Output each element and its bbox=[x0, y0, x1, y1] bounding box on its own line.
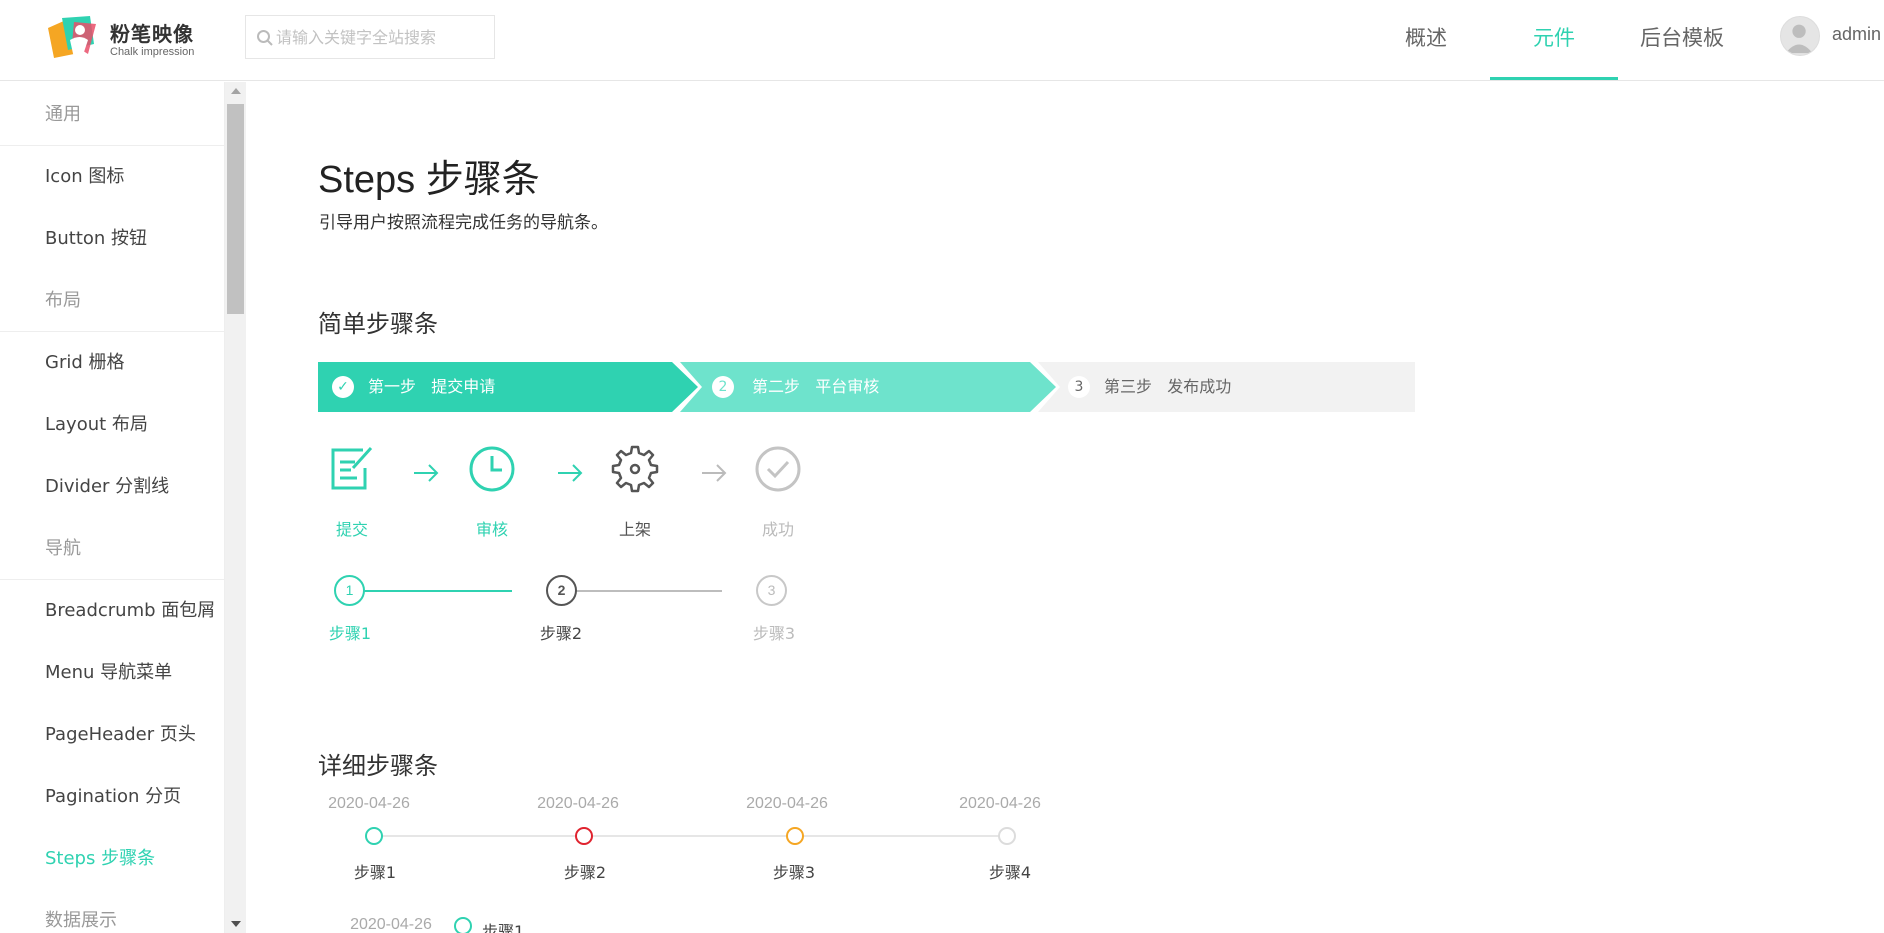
nav-components[interactable]: 元件 bbox=[1490, 0, 1618, 80]
page-title: Steps 步骤条 bbox=[318, 159, 540, 201]
step-line-done bbox=[350, 590, 512, 592]
logo-subtitle: Chalk impression bbox=[110, 46, 195, 58]
sidebar-item-breadcrumb[interactable]: Breadcrumb 面包屑 bbox=[0, 580, 224, 642]
arrow-step-2[interactable]: 2 第二步 平台审核 bbox=[680, 362, 1040, 412]
arrow-steps: ✓ 第一步 提交申请 2 第二步 平台审核 3 第三步 发布成功 bbox=[318, 362, 1415, 412]
logo-title: 粉笔映像 bbox=[110, 22, 194, 46]
check-circle-icon bbox=[755, 446, 801, 492]
user-icon bbox=[1785, 24, 1813, 54]
search-box[interactable] bbox=[245, 15, 495, 59]
arrow-step-3-text: 发布成功 bbox=[1167, 377, 1232, 396]
user-menu[interactable]: admin bbox=[1780, 16, 1884, 56]
check-icon: ✓ bbox=[332, 376, 354, 398]
step-dot-3[interactable]: 3 bbox=[756, 575, 787, 606]
arrow-right-icon bbox=[702, 464, 727, 482]
detail-step-date-2: 2020-04-26 bbox=[537, 795, 619, 812]
scroll-down-icon[interactable] bbox=[231, 921, 241, 927]
icon-step-label: 成功 bbox=[761, 520, 794, 539]
arrow-step-3[interactable]: 3 第三步 发布成功 bbox=[1038, 362, 1415, 412]
user-name: admin bbox=[1832, 24, 1882, 44]
icon-step-review[interactable]: 审核 bbox=[452, 444, 532, 540]
detail-step-label-2: 步骤2 bbox=[563, 863, 607, 882]
detail-step-dot-4[interactable] bbox=[998, 827, 1016, 845]
icon-step-label: 提交 bbox=[335, 520, 368, 539]
section-title-detail: 详细步骤条 bbox=[318, 752, 438, 780]
search-icon bbox=[257, 30, 273, 46]
vertical-step-label: 步骤1 bbox=[482, 922, 525, 933]
step-dot-1[interactable]: 1 bbox=[334, 575, 365, 606]
sidebar-item-steps[interactable]: Steps 步骤条 bbox=[0, 828, 224, 890]
vertical-step-dot[interactable] bbox=[454, 917, 472, 933]
sidebar-item-layout[interactable]: Layout 布局 bbox=[0, 394, 224, 456]
arrow-right-icon bbox=[414, 464, 439, 482]
arrow-step-1[interactable]: ✓ 第一步 提交申请 bbox=[318, 362, 678, 412]
sidebar-scrollbar[interactable] bbox=[225, 82, 246, 933]
detail-step-dot-1[interactable] bbox=[365, 827, 383, 845]
detail-step-label-3: 步骤3 bbox=[772, 863, 816, 882]
logo[interactable]: 粉笔映像 Chalk impression bbox=[44, 12, 204, 70]
sidebar-item-grid[interactable]: Grid 栅格 bbox=[0, 332, 224, 394]
detail-step-line bbox=[374, 835, 1002, 837]
step-dot-label-3: 步骤3 bbox=[752, 624, 796, 643]
icon-step-submit[interactable]: 提交 bbox=[312, 444, 392, 540]
icon-step-publish[interactable]: 上架 bbox=[595, 444, 675, 540]
step-dot-label-1: 步骤1 bbox=[328, 624, 372, 643]
arrow-step-3-number: 3 bbox=[1068, 376, 1090, 398]
arrow-step-2-step: 第二步 bbox=[752, 377, 801, 396]
arrow-step-3-label: 第三步 发布成功 bbox=[1104, 376, 1231, 398]
gear-icon bbox=[611, 445, 659, 493]
sidebar: 通用 Icon 图标 Button 按钮 布局 Grid 栅格 Layout 布… bbox=[0, 82, 225, 933]
top-header: 粉笔映像 Chalk impression 概述 元件 后台模板 admin bbox=[0, 0, 1884, 81]
arrow-right-icon bbox=[558, 464, 583, 482]
sidebar-item-pagination[interactable]: Pagination 分页 bbox=[0, 766, 224, 828]
logo-icon bbox=[48, 16, 96, 58]
edit-icon bbox=[331, 446, 373, 490]
search-input[interactable] bbox=[276, 16, 490, 58]
clock-icon bbox=[469, 446, 515, 492]
step-dot-label-2: 步骤2 bbox=[539, 624, 583, 643]
icon-step-label: 上架 bbox=[618, 520, 651, 539]
detail-step-date-1: 2020-04-26 bbox=[328, 795, 410, 812]
detail-step-label-4: 步骤4 bbox=[988, 863, 1032, 882]
sidebar-item-icon[interactable]: Icon 图标 bbox=[0, 146, 224, 208]
scroll-up-icon[interactable] bbox=[231, 88, 241, 94]
sidebar-group-general: 通用 bbox=[0, 84, 224, 146]
avatar[interactable] bbox=[1780, 16, 1820, 56]
sidebar-group-navigation: 导航 bbox=[0, 518, 224, 580]
step-line-wait bbox=[562, 590, 722, 592]
detail-step-date-3: 2020-04-26 bbox=[746, 795, 828, 812]
scroll-thumb[interactable] bbox=[227, 104, 244, 314]
nav-overview[interactable]: 概述 bbox=[1362, 0, 1490, 80]
arrow-step-3-step: 第三步 bbox=[1104, 377, 1153, 396]
sidebar-item-button[interactable]: Button 按钮 bbox=[0, 208, 224, 270]
step-dot-2[interactable]: 2 bbox=[546, 575, 577, 606]
main-content: Steps 步骤条 引导用户按照流程完成任务的导航条。 简单步骤条 ✓ 第一步 … bbox=[246, 82, 1884, 933]
detail-step-date-4: 2020-04-26 bbox=[959, 795, 1041, 812]
detail-step-dot-2[interactable] bbox=[575, 827, 593, 845]
detail-step-label-1: 步骤1 bbox=[353, 863, 397, 882]
arrow-step-2-label: 第二步 平台审核 bbox=[752, 376, 879, 398]
sidebar-group-layout: 布局 bbox=[0, 270, 224, 332]
sidebar-item-pageheader[interactable]: PageHeader 页头 bbox=[0, 704, 224, 766]
sidebar-item-menu[interactable]: Menu 导航菜单 bbox=[0, 642, 224, 704]
arrow-step-1-text: 提交申请 bbox=[431, 377, 496, 396]
arrow-step-1-step: 第一步 bbox=[368, 377, 417, 396]
icon-step-success[interactable]: 成功 bbox=[738, 444, 818, 540]
icon-step-label: 审核 bbox=[475, 520, 508, 539]
sidebar-item-divider[interactable]: Divider 分割线 bbox=[0, 456, 224, 518]
sidebar-group-data-display: 数据展示 bbox=[0, 890, 224, 933]
nav-admin-templates[interactable]: 后台模板 bbox=[1618, 0, 1746, 80]
page-description: 引导用户按照流程完成任务的导航条。 bbox=[319, 213, 608, 233]
vertical-step-date: 2020-04-26 bbox=[350, 916, 432, 933]
arrow-step-2-text: 平台审核 bbox=[815, 377, 880, 396]
detail-step-dot-3[interactable] bbox=[786, 827, 804, 845]
arrow-step-1-label: 第一步 提交申请 bbox=[368, 376, 495, 398]
arrow-step-2-number: 2 bbox=[712, 376, 734, 398]
section-title-simple: 简单步骤条 bbox=[318, 310, 438, 338]
